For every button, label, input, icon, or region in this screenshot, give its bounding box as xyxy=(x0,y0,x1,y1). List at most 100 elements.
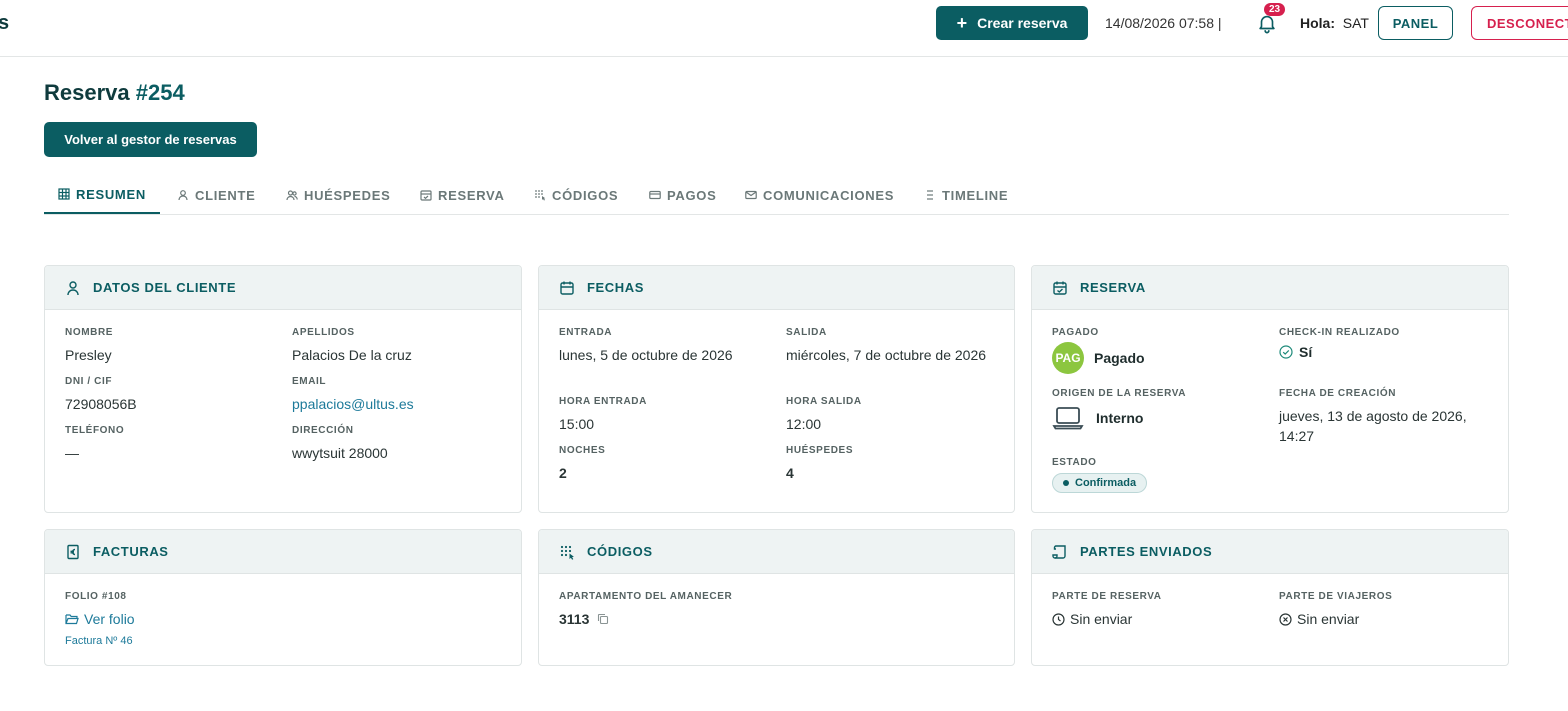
laptop-icon xyxy=(1052,407,1084,430)
tab-label: TIMELINE xyxy=(942,187,1009,203)
code-row: 3113 xyxy=(559,609,732,629)
back-to-manager-button[interactable]: Volver al gestor de reservas xyxy=(44,122,257,157)
field-value: — xyxy=(65,445,79,461)
tab-label: RESUMEN xyxy=(76,186,146,202)
euro-receipt-icon xyxy=(67,544,79,559)
card-title: DATOS DEL CLIENTE xyxy=(93,280,237,295)
tab-label: COMUNICACIONES xyxy=(763,187,895,203)
invoice-link[interactable]: Factura Nº 46 xyxy=(65,635,135,647)
field-label: EMAIL xyxy=(292,376,327,387)
checkin-status: Sí xyxy=(1279,344,1400,360)
field-value: Interno xyxy=(1096,410,1144,426)
create-reservation-button[interactable]: + Crear reserva xyxy=(936,6,1088,40)
card-title: FACTURAS xyxy=(93,544,169,559)
tab-label: CLIENTE xyxy=(195,187,256,203)
field-label: HUÉSPEDES xyxy=(786,445,854,456)
tab-comunicaciones[interactable]: COMUNICACIONES xyxy=(745,176,894,214)
status-wrapper: Confirmada xyxy=(1052,473,1148,493)
field-value: 15:00 xyxy=(559,416,595,432)
x-circle-icon xyxy=(1279,612,1292,626)
invoices-card: FACTURAS FOLIO #108 Ver folio Factura Nº… xyxy=(44,529,522,666)
tab-bar: RESUMEN CLIENTE HUÉSPEDES RESERVA CÓDIGO… xyxy=(44,176,1509,215)
field-value: Palacios De la cruz xyxy=(292,347,412,363)
user-icon xyxy=(178,190,188,201)
access-code: 3113 xyxy=(559,611,590,627)
field-value: Sin enviar xyxy=(1297,611,1360,627)
view-folio-link[interactable]: Ver folio xyxy=(65,609,135,629)
field-value: wwytsuit 28000 xyxy=(292,445,388,461)
card-header: RESERVA xyxy=(1032,266,1508,310)
field-label: PARTE DE RESERVA xyxy=(1052,591,1162,602)
field-value: Pagado xyxy=(1094,350,1145,366)
field-label: SALIDA xyxy=(786,327,827,338)
users-icon xyxy=(286,190,298,201)
field-direccion: DIRECCIÓN wwytsuit 28000 xyxy=(292,425,388,463)
field-value: Presley xyxy=(65,347,112,363)
field-label: ENTRADA xyxy=(559,327,613,338)
field-value: 12:00 xyxy=(786,416,822,432)
field-value: lunes, 5 de octubre de 2026 xyxy=(559,347,733,363)
tab-resumen[interactable]: RESUMEN xyxy=(44,176,160,214)
page-title: Reserva #254 xyxy=(44,80,185,106)
field-hora-entrada: HORA ENTRADA 15:00 xyxy=(559,396,647,434)
field-label: HORA SALIDA xyxy=(786,396,862,407)
field-checkin: CHECK-IN REALIZADO Sí xyxy=(1279,327,1400,360)
logout-button[interactable]: DESCONECTAR xyxy=(1471,6,1568,40)
reservation-number: #254 xyxy=(135,80,185,105)
view-folio-label: Ver folio xyxy=(84,611,135,627)
field-label: PARTE DE VIAJEROS xyxy=(1279,591,1393,602)
field-label: HORA ENTRADA xyxy=(559,396,647,407)
field-label: NOCHES xyxy=(559,445,606,456)
tab-label: HUÉSPEDES xyxy=(304,187,391,203)
field-telefono: TELÉFONO — xyxy=(65,425,124,463)
keypad-icon xyxy=(535,190,546,201)
tab-timeline[interactable]: TIMELINE xyxy=(924,176,1008,214)
brand-logo-text[interactable]: s xyxy=(0,12,9,35)
status-badge: Confirmada xyxy=(1052,473,1148,493)
field-value: 72908056B xyxy=(65,396,137,412)
clock-icon xyxy=(1052,612,1065,626)
card-title: FECHAS xyxy=(587,280,645,295)
field-value: Sin enviar xyxy=(1070,611,1133,627)
parte-reserva-status: Sin enviar xyxy=(1052,609,1162,629)
field-estado: ESTADO Confirmada xyxy=(1052,457,1148,493)
greeting: Hola: SAT xyxy=(1300,15,1369,31)
tab-cliente[interactable]: CLIENTE xyxy=(177,176,256,214)
card-title: RESERVA xyxy=(1080,280,1146,295)
field-label: DIRECCIÓN xyxy=(292,425,354,436)
field-parte-reserva: PARTE DE RESERVA Sin enviar xyxy=(1052,591,1162,629)
tab-pagos[interactable]: PAGOS xyxy=(649,176,717,214)
notifications-badge: 23 xyxy=(1264,3,1286,16)
grid-icon xyxy=(58,188,70,200)
field-creacion: FECHA DE CREACIÓN jueves, 13 de agosto d… xyxy=(1279,388,1494,446)
field-value: 4 xyxy=(786,465,794,481)
field-label: ORIGEN DE LA RESERVA xyxy=(1052,388,1187,399)
field-nombre: NOMBRE Presley xyxy=(65,327,113,365)
list-icon xyxy=(927,190,933,200)
field-value: Sí xyxy=(1299,344,1313,360)
tab-reserva[interactable]: RESERVA xyxy=(420,176,505,214)
email-link[interactable]: ppalacios@ultus.es xyxy=(292,394,414,414)
tab-label: RESERVA xyxy=(438,187,505,203)
client-data-card: DATOS DEL CLIENTE NOMBRE Presley APELLID… xyxy=(44,265,522,513)
tab-huespedes[interactable]: HUÉSPEDES xyxy=(286,176,391,214)
card-title: CÓDIGOS xyxy=(587,544,653,559)
panel-button[interactable]: PANEL xyxy=(1378,6,1453,40)
field-value: jueves, 13 de agosto de 2026, 14:27 xyxy=(1279,408,1467,444)
plus-icon: + xyxy=(956,13,968,33)
field-pagado: PAGADO PAG Pagado xyxy=(1052,327,1145,374)
status-label: Confirmada xyxy=(1075,477,1137,489)
status-dot xyxy=(1063,480,1069,486)
field-noches: NOCHES 2 xyxy=(559,445,605,483)
payment-badge: PAG xyxy=(1052,342,1084,374)
copy-icon[interactable] xyxy=(597,613,609,625)
scroll-icon xyxy=(1052,544,1066,559)
card-header: FACTURAS xyxy=(45,530,521,574)
field-parte-viajeros: PARTE DE VIAJEROS Sin enviar xyxy=(1279,591,1392,629)
mail-icon xyxy=(745,190,757,200)
codes-card: CÓDIGOS APARTAMENTO DEL AMANECER 3113 xyxy=(538,529,1015,666)
card-header: FECHAS xyxy=(539,266,1014,310)
page-title-prefix: Reserva xyxy=(44,80,130,105)
folder-open-icon xyxy=(65,614,79,625)
tab-codigos[interactable]: CÓDIGOS xyxy=(534,176,618,214)
